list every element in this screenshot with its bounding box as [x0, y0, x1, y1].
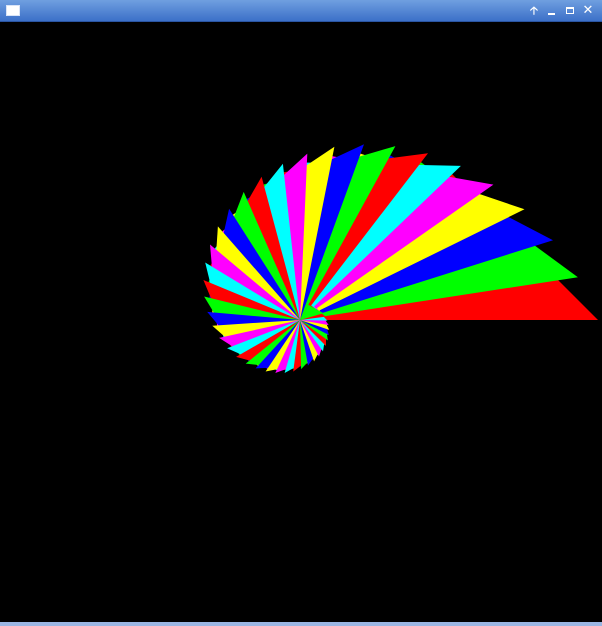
arrow-up-icon[interactable]: 🡡 [527, 4, 541, 18]
minimize-icon[interactable] [545, 4, 559, 18]
title-bar[interactable]: 🡡 ✕ [0, 0, 602, 22]
application-window: 🡡 ✕ [0, 0, 602, 626]
maximize-icon[interactable] [563, 4, 577, 18]
drawing-canvas[interactable] [0, 22, 602, 622]
window-app-icon[interactable] [6, 5, 20, 16]
spiral-triangles-drawing [203, 144, 598, 373]
window-frame-bottom [0, 622, 602, 626]
close-icon[interactable]: ✕ [581, 4, 595, 18]
